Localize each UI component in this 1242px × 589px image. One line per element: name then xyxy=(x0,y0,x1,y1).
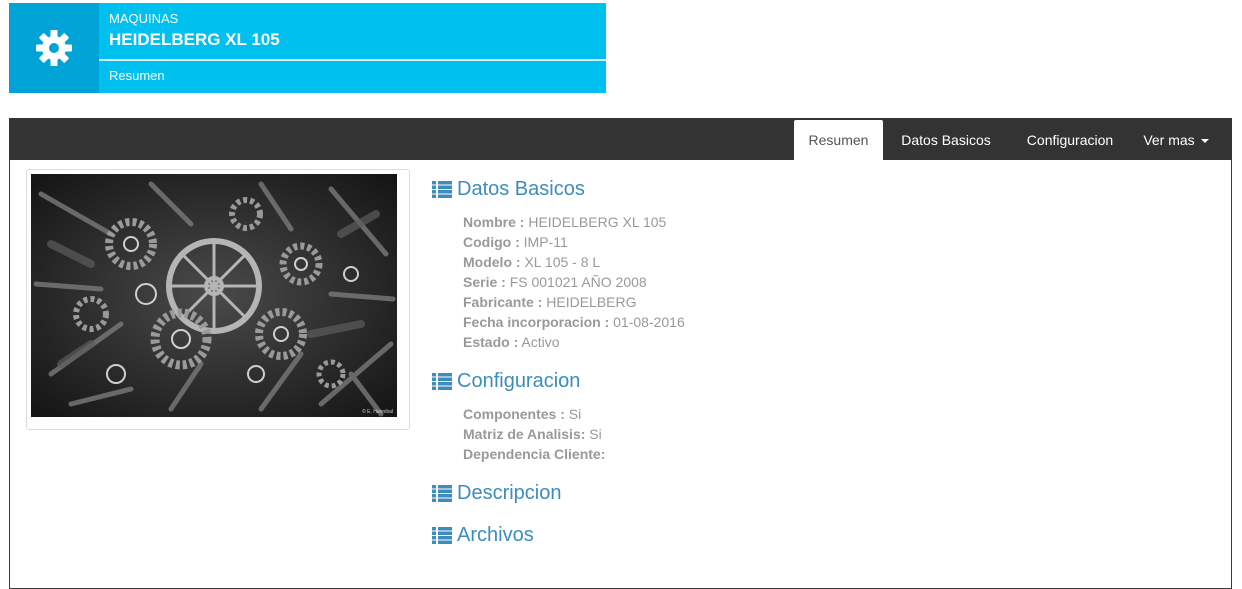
field-label: Fabricante : xyxy=(463,294,543,310)
header-subtitle: Resumen xyxy=(109,68,165,83)
machine-header-card: MAQUINAS HEIDELBERG XL 105 Resumen xyxy=(9,3,606,93)
field-value: Si xyxy=(589,426,602,442)
content-panel: Resumen Datos Basicos Configuracion Ver … xyxy=(9,118,1232,589)
tab-ver-mas-label: Ver mas xyxy=(1143,132,1195,148)
gear-icon xyxy=(36,30,72,66)
header-category: MAQUINAS xyxy=(109,11,179,26)
field-value: FS 001021 AÑO 2008 xyxy=(509,274,647,290)
field-label: Nombre : xyxy=(463,214,525,230)
field-modelo: Modelo : XL 105 - 8 L xyxy=(463,254,600,270)
field-fecha-incorporacion: Fecha incorporacion : 01-08-2016 xyxy=(463,314,685,330)
section-datos-basicos-title: Datos Basicos xyxy=(432,178,585,201)
field-value: IMP-11 xyxy=(523,234,568,250)
field-label: Codigo : xyxy=(463,234,520,250)
header-icon-box xyxy=(9,3,99,93)
section-descripcion-label: Descripcion xyxy=(457,482,562,504)
tab-ver-mas[interactable]: Ver mas xyxy=(1135,120,1217,160)
header-divider xyxy=(99,59,606,61)
field-label: Modelo : xyxy=(463,254,521,270)
machine-photo: © E. Hannibal xyxy=(31,174,397,417)
list-icon xyxy=(432,373,452,390)
field-label: Matriz de Analisis: xyxy=(463,426,586,442)
machine-image: © E. Hannibal xyxy=(26,169,410,430)
tab-datos-basicos[interactable]: Datos Basicos xyxy=(888,120,1004,160)
tab-resumen[interactable]: Resumen xyxy=(794,120,883,160)
section-archivos-title: Archivos xyxy=(432,524,534,547)
field-value: HEIDELBERG xyxy=(546,294,637,310)
field-value: XL 105 - 8 L xyxy=(524,254,601,270)
field-value: HEIDELBERG XL 105 xyxy=(528,214,667,230)
field-label: Serie : xyxy=(463,274,506,290)
tab-configuracion[interactable]: Configuracion xyxy=(1013,120,1127,160)
field-value: Activo xyxy=(521,334,560,350)
header-title: HEIDELBERG XL 105 xyxy=(109,30,280,49)
section-datos-basicos-label: Datos Basicos xyxy=(457,178,585,200)
field-matriz-de-analisis: Matriz de Analisis: Si xyxy=(463,426,602,442)
field-estado: Estado : Activo xyxy=(463,334,559,350)
header-body: MAQUINAS HEIDELBERG XL 105 Resumen xyxy=(99,3,606,93)
list-icon xyxy=(432,181,452,198)
field-nombre: Nombre : HEIDELBERG XL 105 xyxy=(463,214,666,230)
tab-bar: Resumen Datos Basicos Configuracion Ver … xyxy=(9,118,1232,160)
field-label: Dependencia Cliente: xyxy=(463,446,606,462)
list-icon xyxy=(432,527,452,544)
field-value: Si xyxy=(568,406,582,422)
section-configuracion-title: Configuracion xyxy=(432,370,580,393)
list-icon xyxy=(432,485,452,502)
section-archivos-label: Archivos xyxy=(457,524,534,546)
section-descripcion-title: Descripcion xyxy=(432,482,561,505)
field-serie: Serie : FS 001021 AÑO 2008 xyxy=(463,274,647,290)
field-label: Fecha incorporacion : xyxy=(463,314,610,330)
field-fabricante: Fabricante : HEIDELBERG xyxy=(463,294,637,310)
field-dependencia-cliente: Dependencia Cliente: xyxy=(463,446,605,462)
field-label: Estado : xyxy=(463,334,519,350)
photo-caption: © E. Hannibal xyxy=(362,408,393,415)
field-value: 01-08-2016 xyxy=(613,314,685,330)
field-label: Componentes : xyxy=(463,406,565,422)
section-configuracion-label: Configuracion xyxy=(457,370,581,392)
caret-down-icon xyxy=(1200,139,1209,144)
field-componentes: Componentes : Si xyxy=(463,406,581,422)
field-codigo: Codigo : IMP-11 xyxy=(463,234,568,250)
